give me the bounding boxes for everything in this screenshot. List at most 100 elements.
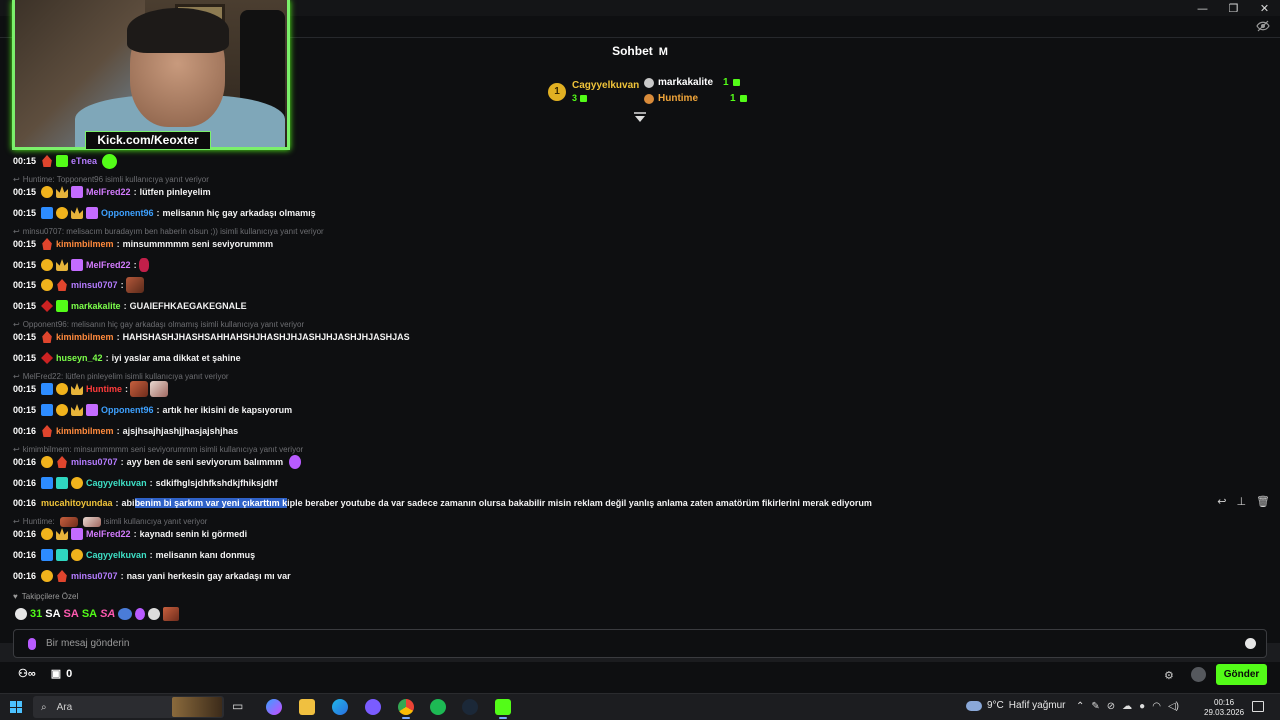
message-username[interactable]: mucahitoyundaa [41,498,113,508]
message-text: kaynadı senin ki görmedi [139,529,248,539]
message-username[interactable]: Opponent96 [101,405,154,415]
message-username[interactable]: Cagyyelkuvan [86,478,147,488]
chat-message[interactable]: 00:16 MelFred22: kaynadı senin ki görmed… [13,526,247,542]
minimize-button[interactable]: — [1187,0,1218,16]
message-time: 00:15 [13,156,37,166]
message-username[interactable]: MelFred22 [86,529,131,539]
emote-sa-italic[interactable]: SA [100,608,115,620]
emote-sa-white[interactable]: SA [45,608,60,620]
gear-icon[interactable]: ⚙ [1164,669,1174,682]
message-username[interactable]: markakalite [71,301,121,311]
chat-message[interactable]: 00:16 Cagyyelkuvan: sdkifhglsjdhfkshdkjf… [13,475,278,491]
emote-face[interactable] [163,607,180,621]
message-time: 00:15 [13,239,37,249]
close-button[interactable]: ✕ [1249,0,1280,16]
fire-badge-icon [42,155,52,167]
message-username[interactable]: kimimbilmem [56,426,114,436]
chat-message-hovered[interactable]: 00:16 mucahitoyundaa: abi benim bi şarkı… [13,495,872,511]
weather-text: Hafif yağmur [1008,700,1066,711]
viewers-icon[interactable]: ⚇∞ [18,667,36,680]
file-explorer-icon[interactable] [299,699,315,715]
windows-start-icon[interactable] [10,701,22,713]
pen-icon[interactable]: ✎ [1091,701,1099,712]
emote-globe[interactable] [118,608,133,620]
steam-icon[interactable] [462,699,478,715]
message-username[interactable]: minsu0707 [71,571,118,581]
chat-message[interactable]: 00:16 minsu0707: ayy ben de seni seviyor… [13,454,302,470]
trash-icon[interactable]: 🗑 [1256,495,1270,508]
message-username[interactable]: huseyn_42 [56,353,103,363]
emote-sa-green[interactable]: SA [82,608,97,620]
taskbar-clock[interactable]: 00:16 29.03.2026 [1204,698,1244,718]
emote-skull[interactable] [148,608,161,620]
taskbar-search[interactable]: ⌕ Ara [33,696,224,718]
chat-message[interactable]: 00:15 minsu0707: [13,277,144,293]
message-username[interactable]: kimimbilmem [56,332,114,342]
chat-message[interactable]: 00:15 Huntime: [13,381,169,397]
mic-icon[interactable]: ● [1139,701,1145,712]
gift-box-icon[interactable]: ▣ [51,667,61,680]
leaderboard-first[interactable]: 1 Cagyyelkuvan 3 [548,80,639,103]
chat-message[interactable]: 00:15 MelFred22: [13,257,149,273]
message-username[interactable]: Huntime [86,384,122,394]
crown-badge-icon [56,259,69,271]
emote-ghost[interactable] [15,608,27,620]
reply-icon[interactable]: ↩ [1217,495,1226,508]
chat-message[interactable]: 00:15 MelFred22: lütfen pinleyelim [13,184,211,200]
message-username[interactable]: MelFred22 [86,260,131,270]
chat-message[interactable]: 00:15 kimimbilmem: HAHSHASHJHASHSAHHAHSH… [13,329,410,345]
spotify-icon[interactable] [430,699,446,715]
chat-message[interactable]: 00:16 kimimbilmem: ajsjhsajhjashjjhasjaj… [13,423,238,439]
wifi-icon[interactable]: ◠ [1152,701,1161,712]
notification-icon[interactable] [1252,701,1264,712]
chat-message-input[interactable] [46,630,1226,657]
collapse-icon[interactable] [633,111,647,123]
maximize-button[interactable]: ❐ [1218,0,1249,16]
coin-badge-icon [56,383,69,395]
chat-messages[interactable]: 00:15 eTnea ↩ Huntime: Topponent96 isimli… [0,150,1280,662]
message-username[interactable]: minsu0707 [71,457,118,467]
emote-purple[interactable] [135,608,146,620]
eye-off-icon[interactable] [1256,19,1270,33]
network-off-icon[interactable]: ⊘ [1107,701,1115,712]
discord-icon[interactable] [365,699,381,715]
volume-icon[interactable]: ◁) [1168,701,1179,712]
send-button[interactable]: Gönder [1216,664,1267,685]
fire-badge-icon [42,238,52,250]
task-view-icon[interactable]: ▭ [232,699,248,715]
edge-icon[interactable] [332,699,348,715]
emote-image [150,381,169,397]
emote-sa-pink[interactable]: SA [64,608,79,620]
clock-time: 00:16 [1214,698,1235,707]
chat-message[interactable]: 00:15 Opponent96: artık her ikisini de k… [13,402,292,418]
kick-emote-icon[interactable] [28,638,36,650]
message-username[interactable]: Cagyyelkuvan [86,550,147,560]
chat-message[interactable]: 00:16 Cagyyelkuvan: melisanın kanı donmu… [13,547,255,563]
chrome-icon[interactable] [398,699,414,715]
chat-message[interactable]: 00:15 markakalite: GUAIEFHKAEGAKEGNALE [13,298,247,314]
cloud-icon[interactable]: ☁ [1122,701,1132,712]
leaderboard-second[interactable]: markakalite 1 [644,77,740,88]
message-username[interactable]: Opponent96 [101,208,154,218]
chevron-up-icon[interactable]: ⌃ [1076,701,1084,712]
chat-message[interactable]: 00:15 kimimbilmem: minsummmmm seni seviy… [13,236,273,252]
weather-widget[interactable]: 9°C Hafif yağmur [966,700,1065,711]
chat-message[interactable]: 00:15 eTnea [13,153,118,169]
chat-footer-left: ⚇∞ ▣ 0 [18,667,72,681]
kick-app-icon[interactable] [495,699,511,715]
message-username[interactable]: eTnea [71,156,97,166]
chat-message[interactable]: 00:15 Opponent96: melisanın hiç gay arka… [13,205,316,221]
message-username[interactable]: MelFred22 [86,187,131,197]
chat-message[interactable]: 00:16 minsu0707: nası yani herkesin gay … [13,568,291,584]
bot-icon[interactable] [1191,667,1206,682]
leaderboard-third[interactable]: Huntime 1 [644,93,747,104]
emoji-icon[interactable] [1245,638,1256,649]
chat-message[interactable]: 00:15 huseyn_42: iyi yaslar ama dikkat e… [13,350,241,366]
copilot-icon[interactable] [266,699,282,715]
message-time: 00:15 [13,384,37,394]
emote-31[interactable]: 31 [30,608,42,620]
pin-icon[interactable]: ⊥ [1236,495,1246,508]
message-username[interactable]: minsu0707 [71,280,118,290]
webcam-label: Kick.com/Keoxter [85,131,211,150]
message-username[interactable]: kimimbilmem [56,239,114,249]
